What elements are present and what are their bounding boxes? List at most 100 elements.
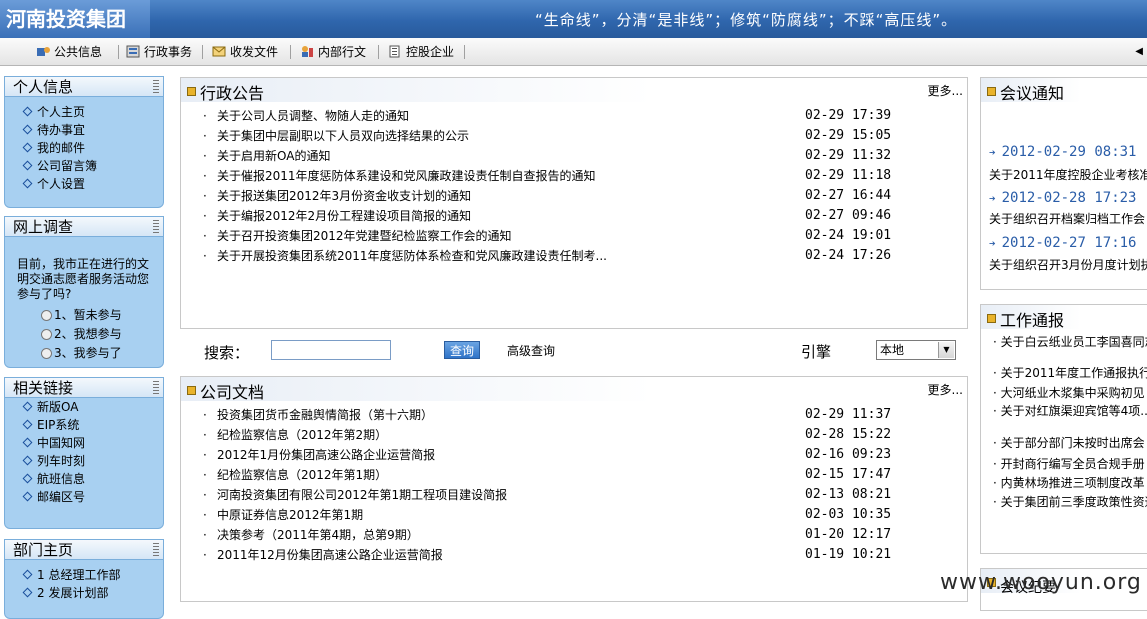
toolbar-holding-company[interactable]: 控股企业 <box>388 43 454 61</box>
list-item-title[interactable]: 关于启用新OA的通知 <box>217 146 330 166</box>
work-report-title[interactable]: 关于白云纸业员工李国喜同志通报 <box>1001 335 1147 349</box>
list-item-title[interactable]: 关于报送集团2012年3月份资金收支计划的通知 <box>217 186 471 206</box>
bullet-icon: · <box>993 386 1001 400</box>
work-report-item[interactable]: · 关于集团前三季度政策性资通报 <box>993 495 1147 509</box>
sidebar-item-settings[interactable]: 个人设置 <box>5 175 163 193</box>
sidebar-item-guestbook[interactable]: 公司留言簿 <box>5 157 163 175</box>
link-new-oa[interactable]: 新版OA <box>5 398 163 416</box>
meeting-date[interactable]: ➔ 2012-02-29 08:31 <box>989 144 1136 160</box>
bullet-icon: · <box>203 448 207 462</box>
sidebar-item-home[interactable]: 个人主页 <box>5 103 163 121</box>
work-report-title[interactable]: 开封商行编写全员合规手册 <box>1001 457 1145 471</box>
survey-option-3[interactable]: 3、我参与了 <box>5 344 163 363</box>
more-link[interactable]: 更多... <box>928 381 963 398</box>
meeting-item[interactable]: 关于2011年度控股企业考核准备 <box>989 166 1147 183</box>
list-item[interactable]: · 关于催报2011年度惩防体系建设和党风廉政建设责任制自查报告的通知 02-29 … <box>203 166 948 186</box>
list-item[interactable]: · 2011年12月份集团高速公路企业运营简报 01-19 10:21 <box>203 545 948 565</box>
more-link[interactable]: 更多... <box>928 82 963 99</box>
sidebar-item-mail[interactable]: 我的邮件 <box>5 139 163 157</box>
list-item-title[interactable]: 河南投资集团有限公司2012年第1期工程项目建设简报 <box>217 485 507 505</box>
panel-title: 个人信息 <box>5 77 163 97</box>
work-report-title[interactable]: 关于2011年度工作通报执行 <box>1001 366 1147 380</box>
list-item[interactable]: · 关于报送集团2012年3月份资金收支计划的通知 02-27 16:44 <box>203 186 948 206</box>
list-item-title[interactable]: 关于催报2011年度惩防体系建设和党风廉政建设责任制自查报告的通知 <box>217 166 596 186</box>
drag-grip-icon[interactable] <box>153 543 159 556</box>
toolbar-admin-affairs[interactable]: 行政事务 <box>126 43 192 61</box>
work-report-title[interactable]: 关于对红旗渠迎宾馆等4项... <box>1001 404 1147 418</box>
work-report-item[interactable]: · 关于对红旗渠迎宾馆等4项... <box>993 404 1147 418</box>
list-item-title[interactable]: 中原证券信息2012年第1期 <box>217 505 363 525</box>
list-item-title[interactable]: 关于召开投资集团2012年党建暨纪检监察工作会的通知 <box>217 226 512 246</box>
dept-item-gm-office[interactable]: 1 总经理工作部 <box>5 566 163 584</box>
advanced-search-link[interactable]: 高级查询 <box>507 342 555 359</box>
list-item[interactable]: · 关于编报2012年2月份工程建设项目简报的通知 02-27 09:46 <box>203 206 948 226</box>
list-item-title[interactable]: 决策参考（2011年第4期，总第9期） <box>217 525 419 545</box>
bullet-icon: · <box>203 149 207 163</box>
work-report-item[interactable]: · 内黄林场推进三项制度改革 <box>993 476 1145 490</box>
list-item-title[interactable]: 投资集团货币金融舆情简报（第十六期） <box>217 405 433 425</box>
link-flight[interactable]: 航班信息 <box>5 470 163 488</box>
drag-grip-icon[interactable] <box>153 80 159 93</box>
work-report-title[interactable]: 关于部分部门未按时出席会 <box>1001 436 1145 450</box>
survey-option-2[interactable]: 2、我想参与 <box>5 325 163 344</box>
dept-item-planning[interactable]: 2 发展计划部 <box>5 584 163 602</box>
meeting-date[interactable]: ➔ 2012-02-27 17:16 <box>989 235 1136 251</box>
panel-title: 部门主页 <box>5 540 163 560</box>
meeting-item[interactable]: 关于组织召开档案归档工作会 <box>989 210 1145 227</box>
list-item-title[interactable]: 2012年1月份集团高速公路企业运营简报 <box>217 445 435 465</box>
link-eip[interactable]: EIP系统 <box>5 416 163 434</box>
toolbar-documents[interactable]: 收发文件 <box>212 43 278 61</box>
list-item-title[interactable]: 2011年12月份集团高速公路企业运营简报 <box>217 545 443 565</box>
list-item[interactable]: · 关于启用新OA的通知 02-29 11:32 <box>203 146 948 166</box>
work-report-item[interactable]: · 开封商行编写全员合规手册 <box>993 457 1145 471</box>
bullet-icon: · <box>203 129 207 143</box>
work-report-title[interactable]: 关于集团前三季度政策性资通报 <box>1001 495 1147 509</box>
list-item-title[interactable]: 关于公司人员调整、物随人走的通知 <box>217 106 409 126</box>
link-train[interactable]: 列车时刻 <box>5 452 163 470</box>
search-button[interactable]: 查询 <box>444 341 480 359</box>
bullet-icon: · <box>203 508 207 522</box>
list-item-title[interactable]: 纪检监察信息（2012年第2期） <box>217 425 387 445</box>
search-input[interactable] <box>271 340 391 360</box>
list-item[interactable]: · 关于召开投资集团2012年党建暨纪检监察工作会的通知 02-24 19:01 <box>203 226 948 246</box>
work-report-item[interactable]: · 大河纸业木浆集中采购初见 <box>993 386 1145 400</box>
list-item[interactable]: · 河南投资集团有限公司2012年第1期工程项目建设简报 02-13 08:21 <box>203 485 948 505</box>
meeting-item[interactable]: 关于组织召开3月份月度计划执 <box>989 256 1147 273</box>
work-report-item[interactable]: · 关于白云纸业员工李国喜同志通报 <box>993 335 1147 349</box>
chevron-down-icon[interactable]: ▼ <box>938 342 954 358</box>
meeting-date[interactable]: ➔ 2012-02-28 17:23 <box>989 190 1136 206</box>
work-report-title[interactable]: 大河纸业木浆集中采购初见 <box>1001 386 1145 400</box>
list-item-title[interactable]: 关于编报2012年2月份工程建设项目简报的通知 <box>217 206 471 226</box>
list-item[interactable]: · 纪检监察信息（2012年第1期） 02-15 17:47 <box>203 465 948 485</box>
list-item[interactable]: · 中原证券信息2012年第1期 02-03 10:35 <box>203 505 948 525</box>
list-item-title[interactable]: 纪检监察信息（2012年第1期） <box>217 465 387 485</box>
work-report-item[interactable]: · 关于2011年度工作通报执行 <box>993 366 1147 380</box>
radio-button[interactable] <box>41 348 52 359</box>
sidebar-item-todo[interactable]: 待办事宜 <box>5 121 163 139</box>
link-cnki[interactable]: 中国知网 <box>5 434 163 452</box>
drag-grip-icon[interactable] <box>153 220 159 233</box>
list-item[interactable]: · 关于集团中层副职以下人员双向选择结果的公示 02-29 15:05 <box>203 126 948 146</box>
list-item-title[interactable]: 关于集团中层副职以下人员双向选择结果的公示 <box>217 126 469 146</box>
panel-bullet-icon <box>987 314 996 323</box>
radio-button[interactable] <box>41 310 52 321</box>
radio-button[interactable] <box>41 329 52 340</box>
toolbar-expand-icon[interactable]: ◀ <box>1135 46 1143 57</box>
list-item-date: 02-28 15:22 <box>805 427 892 442</box>
list-item[interactable]: · 关于公司人员调整、物随人走的通知 02-29 17:39 <box>203 106 948 126</box>
list-item[interactable]: · 纪检监察信息（2012年第2期） 02-28 15:22 <box>203 425 948 445</box>
list-item[interactable]: · 决策参考（2011年第4期，总第9期） 01-20 12:17 <box>203 525 948 545</box>
list-item[interactable]: · 关于开展投资集团系统2011年度惩防体系检查和党风廉政建设责任制考... 02-… <box>203 246 948 266</box>
drag-grip-icon[interactable] <box>153 381 159 394</box>
work-report-title[interactable]: 内黄林场推进三项制度改革 <box>1001 476 1145 490</box>
link-postcode[interactable]: 邮编区号 <box>5 488 163 506</box>
work-report-item[interactable]: · 关于部分部门未按时出席会 <box>993 436 1145 450</box>
toolbar-public-info[interactable]: 公共信息 <box>36 43 102 61</box>
panel-title: 相关链接 <box>5 378 163 398</box>
engine-select[interactable]: 本地 ▼ <box>876 340 956 360</box>
list-item[interactable]: · 2012年1月份集团高速公路企业运营简报 02-16 09:23 <box>203 445 948 465</box>
toolbar-internal-doc[interactable]: 内部行文 <box>300 43 366 61</box>
survey-option-1[interactable]: 1、暂未参与 <box>5 306 163 325</box>
list-item-title[interactable]: 关于开展投资集团系统2011年度惩防体系检查和党风廉政建设责任制考... <box>217 246 607 266</box>
list-item[interactable]: · 投资集团货币金融舆情简报（第十六期） 02-29 11:37 <box>203 405 948 425</box>
